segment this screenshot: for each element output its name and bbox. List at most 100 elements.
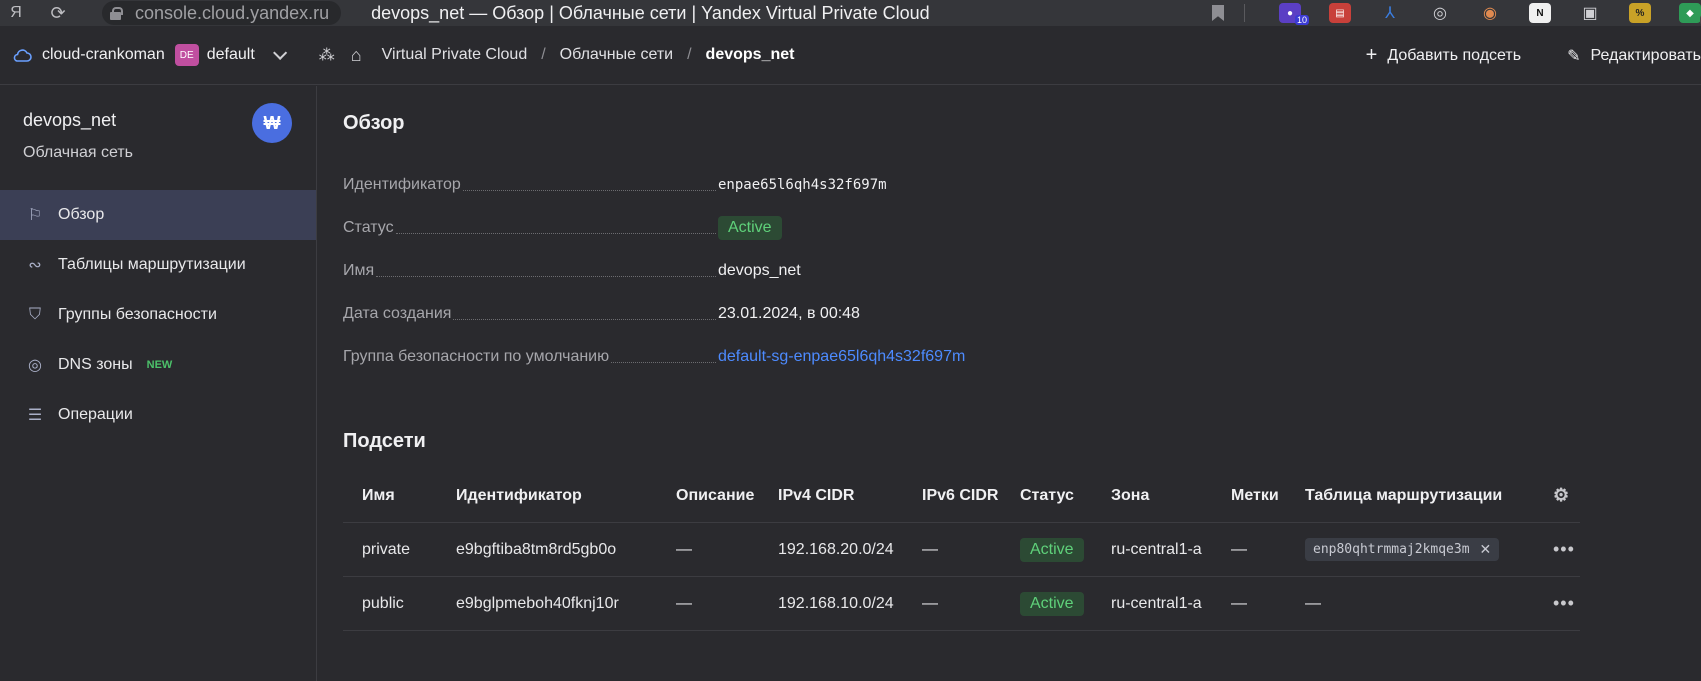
column-header[interactable]: Имя: [343, 487, 437, 505]
network-title: devops_net: [23, 110, 117, 130]
table-header: Имя Идентификатор Описание IPv4 CIDR IPv…: [343, 469, 1580, 523]
folder-name[interactable]: default: [207, 46, 255, 64]
column-header[interactable]: Таблица маршрутизации: [1286, 487, 1529, 505]
reload-icon[interactable]: ⟳: [42, 3, 74, 24]
toolbar-divider: [1244, 4, 1245, 22]
subnet-description: —: [676, 540, 692, 558]
add-subnet-button[interactable]: + Добавить подсеть: [1366, 44, 1521, 67]
route-icon: ∾: [28, 257, 42, 274]
more-actions-icon[interactable]: •••: [1553, 539, 1575, 559]
subnet-ipv6: —: [922, 594, 938, 612]
sidebar-item-operations[interactable]: ☰ Операции: [0, 390, 316, 440]
properties-list: Идентификатор enpae65l6qh4s32f697m Стату…: [343, 176, 1083, 391]
leader-dots: [462, 190, 716, 191]
new-badge: NEW: [146, 359, 173, 371]
leader-dots: [395, 233, 716, 234]
network-id: enpae65l6qh4s32f697m: [718, 177, 887, 193]
more-actions-icon[interactable]: •••: [1553, 593, 1575, 613]
subnet-name[interactable]: public: [343, 595, 437, 613]
route-table-chip[interactable]: enp80qhtrmmaj2kmqe3m ✕: [1305, 538, 1500, 561]
property-label: Дата создания: [343, 305, 452, 322]
browser-toolbar: Я ⟳ console.cloud.yandex.ru devops_net —…: [0, 0, 1701, 26]
column-header[interactable]: Статус: [1001, 487, 1092, 505]
list-icon: ☰: [27, 407, 43, 424]
services-icon[interactable]: ⁂: [319, 45, 335, 65]
column-header[interactable]: Зона: [1092, 487, 1212, 505]
camera-icon[interactable]: ▣: [1579, 3, 1601, 23]
table-row[interactable]: private e9bgftiba8tm8rd5gb0o — 192.168.2…: [343, 523, 1580, 577]
subnet-ipv6: —: [922, 540, 938, 558]
cloud-name[interactable]: cloud-crankoman: [42, 46, 165, 64]
edit-label: Редактировать: [1590, 46, 1701, 64]
subnet-labels: —: [1231, 540, 1247, 558]
breadcrumb-networks[interactable]: Облачные сети: [560, 46, 673, 64]
compass-icon: ◎: [28, 357, 42, 374]
property-row: Идентификатор enpae65l6qh4s32f697m: [343, 176, 1083, 219]
subnet-id: e9bglpmeboh40fknj10r: [456, 594, 619, 612]
sidebar-item-overview[interactable]: ⚐ Обзор: [0, 190, 316, 240]
column-header[interactable]: Идентификатор: [437, 487, 657, 505]
breadcrumb: Virtual Private Cloud / Облачные сети / …: [382, 46, 795, 64]
route-table-empty: —: [1305, 594, 1321, 612]
created-date: 23.01.2024, в 00:48: [718, 305, 860, 322]
page-tab-title: devops_net — Обзор | Облачные сети | Yan…: [371, 2, 930, 23]
table-row[interactable]: public e9bglpmeboh40fknj10r — 192.168.10…: [343, 577, 1580, 631]
lightbulb-icon[interactable]: ◎: [1429, 3, 1451, 23]
breadcrumb-current: devops_net: [705, 46, 795, 63]
column-header[interactable]: IPv4 CIDR: [759, 487, 903, 505]
subnet-name[interactable]: private: [343, 541, 437, 559]
default-security-group-link[interactable]: default-sg-enpae65l6qh4s32f697m: [718, 348, 965, 366]
subnets-table: Имя Идентификатор Описание IPv4 CIDR IPv…: [343, 469, 1580, 631]
lock-icon: [110, 7, 123, 20]
property-label: Имя: [343, 262, 375, 279]
cloud-icon: [12, 48, 34, 62]
sidebar-nav: ⚐ Обзор ∾ Таблицы маршрутизации ⛉ Группы…: [0, 190, 316, 440]
address-url[interactable]: console.cloud.yandex.ru: [135, 3, 329, 24]
folder-avatar: DE: [174, 44, 199, 66]
sidebar-item-label: Таблицы маршрутизации: [58, 256, 246, 273]
column-header[interactable]: Описание: [657, 487, 759, 505]
property-row: Дата создания 23.01.2024, в 00:48: [343, 305, 1083, 348]
column-header[interactable]: Метки: [1212, 487, 1286, 505]
subnet-ipv4: 192.168.10.0/24: [778, 594, 894, 612]
sidebar-item-label: Обзор: [58, 206, 105, 223]
sidebar-item-label: Группы безопасности: [58, 306, 217, 323]
column-header[interactable]: IPv6 CIDR: [903, 487, 1001, 505]
address-bar[interactable]: console.cloud.yandex.ru: [102, 1, 342, 25]
property-label: Статус: [343, 219, 394, 236]
yandex-browser-icon[interactable]: Я: [0, 4, 32, 22]
property-label: Идентификатор: [343, 176, 461, 193]
leader-dots: [611, 362, 716, 363]
breadcrumb-vpc[interactable]: Virtual Private Cloud: [382, 46, 528, 64]
network-avatar-icon: ₩: [252, 103, 292, 143]
subnet-zone: ru-central1-a: [1111, 540, 1202, 558]
chevron-down-icon[interactable]: [272, 45, 287, 60]
status-badge: Active: [1020, 537, 1084, 562]
edit-button[interactable]: ✎ Редактировать: [1567, 46, 1701, 66]
leader-dots: [453, 319, 716, 320]
sidebar-item-dns-zones[interactable]: ◎ DNS зоны NEW: [0, 340, 316, 390]
subnet-labels: —: [1231, 594, 1247, 612]
extension-icon[interactable]: ▤: [1329, 3, 1351, 23]
sidebar-item-security-groups[interactable]: ⛉ Группы безопасности: [0, 290, 316, 340]
gear-icon[interactable]: ⚙: [1553, 485, 1569, 505]
sidebar-item-label: Операции: [58, 406, 133, 423]
extension-icon[interactable]: ● 10: [1279, 3, 1309, 25]
bookmark-icon[interactable]: [1212, 5, 1224, 21]
extension-icon[interactable]: ◆2: [1679, 3, 1701, 25]
property-row: Имя devops_net: [343, 262, 1083, 305]
leader-dots: [376, 276, 716, 277]
breadcrumb-separator: /: [541, 46, 546, 63]
extension-icon[interactable]: ◉: [1479, 3, 1501, 23]
main-content: Обзор Идентификатор enpae65l6qh4s32f697m…: [318, 86, 1701, 681]
extension-icon[interactable]: ⅄: [1379, 3, 1401, 23]
close-icon[interactable]: ✕: [1480, 541, 1492, 558]
property-row: Статус Active: [343, 216, 1083, 262]
home-icon[interactable]: ⌂: [351, 45, 362, 66]
flag-icon: ⚐: [27, 207, 43, 224]
extension-icon[interactable]: %: [1629, 3, 1651, 23]
app-header: cloud-crankoman DE default ⁂ ⌂ Virtual P…: [0, 26, 1701, 85]
notion-icon[interactable]: N: [1529, 3, 1551, 23]
sidebar-item-route-tables[interactable]: ∾ Таблицы маршрутизации: [0, 240, 316, 290]
edit-icon: ✎: [1567, 47, 1581, 65]
